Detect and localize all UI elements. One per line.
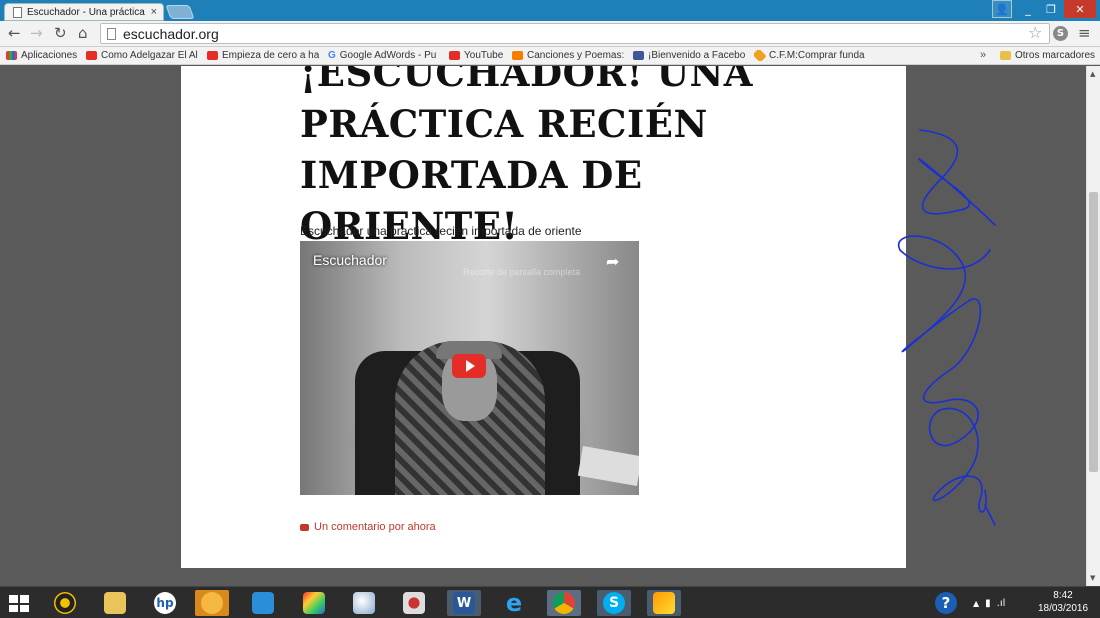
taskbar-word[interactable]: W xyxy=(447,590,481,616)
paint-icon xyxy=(353,592,375,614)
bookmarks-overflow-icon[interactable]: » xyxy=(980,49,986,61)
bookmarks-bar: Aplicaciones Como Adelgazar El Al Empiez… xyxy=(0,47,1100,65)
facebook-icon xyxy=(633,51,644,60)
page-info-icon xyxy=(107,27,116,40)
word-icon: W xyxy=(453,592,475,614)
taskbar-hp[interactable]: hp xyxy=(148,590,182,616)
taskbar-music-player[interactable] xyxy=(48,590,82,616)
address-bar[interactable]: escuchador.org xyxy=(100,23,1050,44)
scrollbar-thumb[interactable] xyxy=(1089,192,1098,472)
share-icon[interactable]: ➦ xyxy=(606,252,619,271)
media-icon xyxy=(653,592,675,614)
clock-time: 8:42 xyxy=(1053,590,1073,601)
tray-expand-icon[interactable]: ▲ xyxy=(973,599,979,608)
bookmark-cfm[interactable]: C.F.M:Comprar funda xyxy=(754,50,866,61)
internet-explorer-icon: e xyxy=(505,589,523,617)
user-profile-icon[interactable]: 👤 xyxy=(992,0,1012,18)
taskbar-internet-explorer[interactable]: e xyxy=(497,589,531,617)
tool-icon xyxy=(403,592,425,614)
puzzle-icon xyxy=(303,592,325,614)
youtube-icon xyxy=(207,51,218,60)
taskbar-puzzle-app[interactable] xyxy=(297,590,331,616)
comments-link[interactable]: Un comentario por ahora xyxy=(300,521,436,533)
chrome-menu-icon[interactable]: ≡ xyxy=(1078,24,1091,42)
comments-link-label: Un comentario por ahora xyxy=(314,521,436,533)
hand-icon xyxy=(201,592,223,614)
bookmark-apps[interactable]: Aplicaciones xyxy=(6,50,82,61)
home-icon[interactable]: ⌂ xyxy=(78,24,88,42)
play-icon xyxy=(465,360,475,372)
taskbar-rocket-app[interactable] xyxy=(246,590,280,616)
system-clock[interactable]: 8:42 18/03/2016 xyxy=(1030,589,1096,615)
restore-icon[interactable]: ❐ xyxy=(1040,0,1062,18)
tab-close-icon[interactable]: × xyxy=(151,6,157,18)
help-icon[interactable]: ? xyxy=(935,592,957,614)
handwritten-scribble xyxy=(897,129,996,526)
bookmark-facebook[interactable]: ¡Bienvenido a Facebo xyxy=(633,50,745,61)
system-tray: ? ▲ ▮ .ıl xyxy=(935,590,1005,616)
music-player-icon xyxy=(54,592,76,614)
video-watermark: Recorte de pantalla completa xyxy=(463,267,581,277)
bookmark-adwords[interactable]: G Google AdWords - Pu xyxy=(328,50,440,61)
signal-icon[interactable]: .ıl xyxy=(997,598,1006,609)
clock-date: 18/03/2016 xyxy=(1037,603,1089,614)
youtube-video[interactable]: Escuchador Recorte de pantalla completa … xyxy=(300,241,639,495)
youtube-icon xyxy=(86,51,97,60)
skype-icon: S xyxy=(603,592,625,614)
taskbar-tool-app[interactable] xyxy=(397,590,431,616)
title-bar: Escuchador - Una práctica × 👤 _ ❐ ✕ xyxy=(0,0,1100,21)
play-button[interactable] xyxy=(452,354,486,378)
youtube-icon xyxy=(449,51,460,60)
address-url: escuchador.org xyxy=(123,25,219,42)
bookmark-canciones[interactable]: Canciones y Poemas: xyxy=(512,50,624,61)
taskbar-paint-app[interactable] xyxy=(347,590,381,616)
new-tab-button[interactable] xyxy=(165,5,195,19)
taskbar-hand-app[interactable] xyxy=(195,590,229,616)
minimize-icon[interactable]: _ xyxy=(1016,0,1040,18)
hp-icon: hp xyxy=(154,592,176,614)
folder-icon xyxy=(1000,51,1011,60)
post-intro: Escuchador una practica recién importada… xyxy=(300,224,582,238)
folder-icon xyxy=(104,592,126,614)
taskbar-media-app[interactable] xyxy=(647,590,681,616)
close-window-icon[interactable]: ✕ xyxy=(1064,0,1096,18)
scroll-up-icon[interactable]: ▲ xyxy=(1090,70,1095,78)
bookmark-star-icon[interactable]: ☆ xyxy=(1028,23,1042,42)
taskbar-chrome[interactable] xyxy=(547,590,581,616)
taskbar: hp W e S ? ▲ ▮ .ıl 8:42 18/03/2016 xyxy=(0,586,1100,618)
toolbar: ← → ↻ ⌂ escuchador.org ☆ S ≡ xyxy=(0,21,1100,47)
cfm-icon xyxy=(754,50,767,61)
page-content: ¡ESCUCHADOR! UNA PRÁCTICA RECIÉN IMPORTA… xyxy=(181,66,906,568)
tab-title: Escuchador - Una práctica xyxy=(27,6,145,18)
reload-icon[interactable]: ↻ xyxy=(54,24,67,42)
google-icon: G xyxy=(328,50,336,61)
browser-window: Escuchador - Una práctica × 👤 _ ❐ ✕ ← → … xyxy=(0,0,1100,618)
rocket-icon xyxy=(252,592,274,614)
skype-extension-icon[interactable]: S xyxy=(1053,26,1068,41)
forward-arrow-icon[interactable]: → xyxy=(30,24,43,42)
taskbar-file-explorer[interactable] xyxy=(98,590,132,616)
taskbar-skype[interactable]: S xyxy=(597,590,631,616)
comment-bubble-icon xyxy=(300,523,309,531)
page-scrollbar[interactable]: ▲ ▼ xyxy=(1086,66,1100,586)
bookmark-youtube[interactable]: YouTube xyxy=(449,50,507,61)
other-bookmarks[interactable]: Otros marcadores xyxy=(1000,50,1098,61)
browser-tab[interactable]: Escuchador - Una práctica × xyxy=(4,3,164,21)
scroll-down-icon[interactable]: ▼ xyxy=(1090,574,1095,582)
back-arrow-icon[interactable]: ← xyxy=(8,24,21,42)
apps-grid-icon xyxy=(6,51,17,60)
network-icon[interactable]: ▮ xyxy=(985,598,991,609)
page-icon xyxy=(13,6,22,18)
bookmark-adelgazar[interactable]: Como Adelgazar El Al xyxy=(86,50,198,61)
video-title[interactable]: Escuchador xyxy=(313,252,387,268)
windows-start-icon[interactable] xyxy=(9,595,29,612)
blogger-icon xyxy=(512,51,523,60)
chrome-icon xyxy=(553,592,575,614)
bookmark-empieza[interactable]: Empieza de cero a ha xyxy=(207,50,319,61)
